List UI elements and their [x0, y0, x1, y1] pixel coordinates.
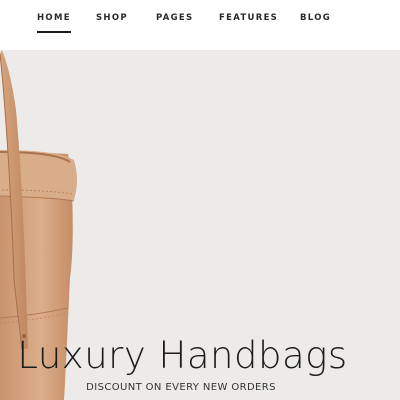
nav-item-shop[interactable]: SHOP [96, 13, 128, 23]
nav-item-features[interactable]: FEATURES [219, 13, 278, 23]
nav-item-pages[interactable]: PAGES [156, 13, 193, 23]
hero-title: Luxury Handbags [17, 334, 348, 377]
top-navigation: HOME SHOP PAGES FEATURES BLOG [0, 0, 400, 50]
hero-subtitle: DISCOUNT ON EVERY NEW ORDERS [86, 382, 276, 393]
hero-banner: Luxury Handbags DISCOUNT ON EVERY NEW OR… [0, 50, 400, 400]
nav-item-blog[interactable]: BLOG [300, 13, 331, 23]
nav-item-home[interactable]: HOME [37, 13, 71, 33]
